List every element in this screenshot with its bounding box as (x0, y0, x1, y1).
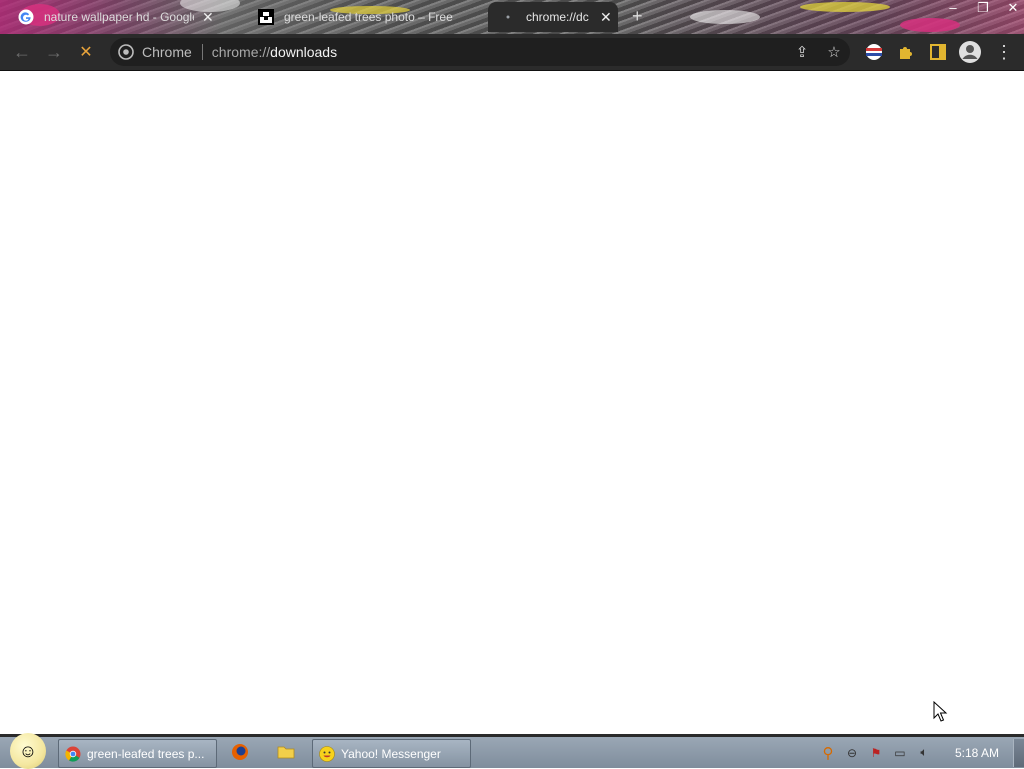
stop-loading-button[interactable]: ✕ (74, 40, 98, 64)
new-tab-button[interactable]: + (632, 6, 643, 27)
folder-icon (277, 746, 295, 759)
url-scheme: chrome:// (211, 44, 271, 60)
forward-button[interactable]: → (42, 40, 66, 64)
url-host: downloads (270, 44, 338, 60)
taskbar-clock[interactable]: 5:18 AM (955, 746, 999, 760)
taskbar: ☺ green-leafed trees p... Yahoo! Messeng… (0, 733, 1024, 769)
bookmark-star-icon[interactable]: ☆ (824, 42, 844, 62)
chrome-chip[interactable]: Chrome (118, 44, 192, 60)
volume-icon[interactable]: 🔈︎ (915, 744, 933, 762)
tab-title: green-leafed trees photo – Free (284, 10, 453, 24)
taskbar-item-yahoo-messenger[interactable]: Yahoo! Messenger (312, 739, 471, 768)
chrome-icon (65, 746, 81, 762)
mouse-pointer-icon (933, 701, 948, 722)
share-icon[interactable]: ⇪ (792, 42, 812, 62)
restore-icon[interactable]: ❐ (976, 0, 990, 18)
profile-avatar-icon[interactable] (958, 40, 982, 64)
action-center-flag-icon[interactable]: ⚑ (867, 744, 885, 762)
firefox-quicklaunch[interactable] (230, 742, 250, 762)
taskbar-item-label: Yahoo! Messenger (341, 746, 441, 761)
chrome-chip-label: Chrome (142, 44, 192, 60)
tab-downloads[interactable]: chrome://dc ✕ (488, 2, 618, 32)
start-orb-icon: ☺ (10, 733, 46, 769)
google-g-icon (18, 9, 34, 25)
extension-flag-icon[interactable] (864, 42, 884, 62)
system-tray: ⚲ ⊖ ⚑ ▭ 🔈︎ 5:18 AM (819, 737, 1024, 768)
network-status-icon[interactable]: ⊖ (843, 744, 861, 762)
minimize-icon[interactable]: – (946, 0, 960, 18)
firefox-icon (232, 744, 248, 760)
page-content-area (0, 71, 1024, 734)
extensions-puzzle-icon[interactable] (896, 42, 916, 62)
theme-splash (690, 10, 760, 24)
show-desktop-button[interactable] (1013, 738, 1024, 767)
theme-splash (900, 18, 960, 32)
side-panel-icon[interactable] (928, 42, 948, 62)
address-bar[interactable]: Chrome chrome://downloads (110, 38, 850, 66)
tab-title: nature wallpaper hd - Google Se (44, 10, 194, 24)
network-icon[interactable]: ▭ (891, 744, 909, 762)
tab-unsplash-photo[interactable]: green-leafed trees photo – Free (258, 2, 478, 32)
chrome-logo-icon (118, 44, 134, 60)
search-tray-icon[interactable]: ⚲ (819, 744, 837, 762)
tab-title: chrome://dc (526, 10, 589, 24)
window-controls: – ❐ ✕ (946, 0, 1020, 18)
close-icon[interactable]: ✕ (1006, 0, 1020, 18)
tab-google-search[interactable]: nature wallpaper hd - Google Se ✕ (18, 2, 242, 32)
theme-splash (800, 2, 890, 12)
taskbar-item-chrome[interactable]: green-leafed trees p... (58, 739, 217, 768)
back-button[interactable]: ← (10, 40, 34, 64)
tab-close-icon[interactable]: ✕ (202, 9, 214, 26)
start-button[interactable]: ☺ (8, 733, 48, 769)
tab-close-icon[interactable]: ✕ (600, 9, 612, 26)
unsplash-icon (258, 9, 274, 25)
explorer-quicklaunch[interactable] (276, 742, 296, 762)
tab-strip: nature wallpaper hd - Google Se ✕ green-… (0, 0, 1024, 34)
browser-menu-icon[interactable]: ⋮ (994, 42, 1014, 62)
taskbar-item-label: green-leafed trees p... (87, 746, 205, 761)
browser-toolbar: ← → ✕ Chrome chrome://downloads ⇪ ☆ ⋮ (0, 34, 1024, 71)
omnibox-divider (201, 44, 203, 60)
yahoo-messenger-icon (319, 745, 335, 762)
loading-icon (506, 15, 510, 19)
